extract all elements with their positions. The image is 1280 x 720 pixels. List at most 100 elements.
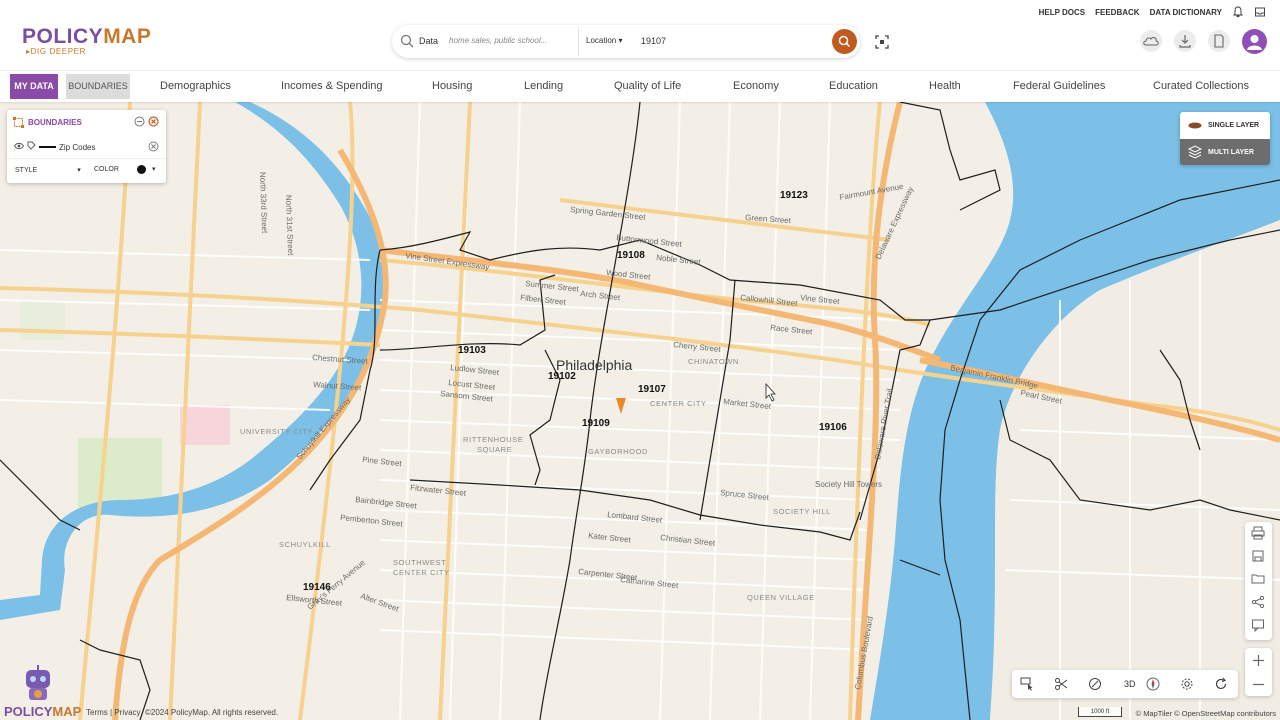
zoom-out-icon[interactable]: [1252, 678, 1265, 691]
neighborhood-label: SOCIETY HILL: [773, 507, 831, 516]
line-style-swatch: [39, 146, 56, 148]
zip-label: 19102: [548, 371, 576, 382]
data-search-input[interactable]: home sales, public school...: [449, 36, 547, 45]
privacy-link[interactable]: Privacy: [114, 708, 140, 717]
search-icon: [838, 35, 851, 48]
layer-name: Zip Codes: [59, 143, 96, 152]
data-dictionary-link[interactable]: DATA DICTIONARY: [1150, 8, 1222, 17]
neighborhood-label: GAYBORHOOD: [588, 447, 648, 456]
refresh-icon[interactable]: [1214, 677, 1228, 691]
zip-label: 19103: [458, 345, 486, 356]
document-icon: [1214, 34, 1224, 48]
remove-layer-icon[interactable]: [148, 141, 159, 152]
scale-bar: 1000 ft: [1078, 707, 1122, 717]
nav-demographics[interactable]: Demographics: [160, 80, 231, 92]
boundaries-panel: BOUNDARIES Zip Codes STYLE ▾ COLOR ▾: [7, 110, 166, 183]
nav-lending[interactable]: Lending: [524, 80, 563, 92]
zip-label: 19123: [780, 190, 808, 201]
boundary-icon: [13, 117, 24, 128]
help-docs-link[interactable]: HELP DOCS: [1039, 8, 1086, 17]
nav-federal-guidelines[interactable]: Federal Guidelines: [1013, 80, 1105, 92]
search-button[interactable]: [832, 29, 857, 54]
search-icon: [400, 34, 414, 48]
inbox-icon[interactable]: [1254, 6, 1266, 18]
single-layer-label: SINGLE LAYER: [1208, 122, 1260, 129]
panel-title: BOUNDARIES: [28, 118, 82, 127]
neighborhood-label: QUEEN VILLAGE: [747, 593, 815, 602]
bottom-toolbar: 3D: [1012, 670, 1238, 698]
style-label: STYLE: [15, 167, 38, 174]
policymap-app: Philadelphia 19123 19108 19103 19102 191…: [0, 0, 1280, 720]
layer-mode-toggle: SINGLE LAYER MULTI LAYER: [1180, 112, 1270, 165]
my-data-button[interactable]: MY DATA: [10, 74, 58, 99]
nav-health[interactable]: Health: [929, 80, 961, 92]
nav-quality-of-life[interactable]: Quality of Life: [614, 80, 681, 92]
collapse-icon[interactable]: [134, 116, 145, 127]
neighborhood-label: CENTER CITY: [650, 399, 707, 408]
user-avatar[interactable]: [1242, 29, 1267, 54]
logo-tagline: ▸DIG DEEPER: [26, 47, 86, 56]
save-icon[interactable]: [1251, 549, 1265, 563]
compass-icon[interactable]: [1146, 677, 1160, 691]
cloud-icon: [1143, 37, 1159, 46]
nav-economy[interactable]: Economy: [733, 80, 779, 92]
search-bar: Data home sales, public school... Locati…: [392, 25, 860, 58]
logo-text-policy: POLICY: [22, 25, 104, 48]
neighborhood-label: CENTER CITY: [393, 568, 450, 577]
multi-layer-label: MULTI LAYER: [1208, 149, 1254, 156]
print-icon[interactable]: [1251, 526, 1265, 540]
map-svg[interactable]: Philadelphia 19123 19108 19103 19102 191…: [0, 102, 1280, 720]
select-tool-icon[interactable]: [1020, 677, 1034, 691]
logo-text-map: MAP: [103, 25, 152, 48]
close-icon[interactable]: [148, 116, 159, 127]
terms-link[interactable]: Terms: [86, 708, 108, 717]
download-button[interactable]: [1174, 30, 1196, 52]
zip-label: 19107: [638, 384, 666, 395]
top-links: HELP DOCS FEEDBACK DATA DICTIONARY: [1039, 6, 1266, 18]
comment-icon[interactable]: [1251, 618, 1265, 632]
map-canvas[interactable]: Philadelphia 19123 19108 19103 19102 191…: [0, 102, 1280, 720]
nav-education[interactable]: Education: [829, 80, 878, 92]
neighborhood-label: SCHUYLKILL: [279, 540, 331, 549]
draw-icon[interactable]: [1088, 677, 1102, 691]
color-dropdown-icon[interactable]: ▾: [152, 165, 156, 173]
fullscreen-icon[interactable]: [875, 35, 889, 49]
map-attribution[interactable]: © MapTiler © OpenStreetMap contributors: [1136, 709, 1276, 718]
nav-incomes-spending[interactable]: Incomes & Spending: [281, 80, 383, 92]
color-swatch[interactable]: [137, 165, 146, 174]
style-dropdown[interactable]: STYLE ▾: [15, 166, 81, 174]
neighborhood-label: CHINATOWN: [688, 357, 739, 366]
map-tools-column: [1245, 522, 1272, 640]
location-dropdown[interactable]: Location ▾: [586, 36, 623, 45]
folder-icon[interactable]: [1251, 572, 1265, 586]
cloud-upload-button[interactable]: [1140, 30, 1162, 52]
boundaries-button[interactable]: BOUNDARIES: [66, 74, 130, 99]
data-search-label: Data: [419, 36, 439, 46]
single-layer-button[interactable]: SINGLE LAYER: [1180, 112, 1270, 139]
footer-links: Terms | Privacy ©2024 PolicyMap. All rig…: [86, 708, 279, 717]
policymap-logo[interactable]: POLICYMAP ▸DIG DEEPER: [22, 26, 151, 56]
report-button[interactable]: [1208, 30, 1230, 52]
neighborhood-label: RITTENHOUSE: [463, 435, 523, 444]
street-label: Society Hill Towers: [815, 480, 882, 489]
zoom-in-icon[interactable]: [1252, 654, 1265, 667]
share-icon[interactable]: [1251, 595, 1265, 609]
nav-housing[interactable]: Housing: [432, 80, 472, 92]
bell-icon[interactable]: [1232, 6, 1244, 18]
copyright-text: ©2024 PolicyMap. All rights reserved.: [145, 708, 279, 717]
download-icon: [1179, 35, 1191, 48]
layers-icon: [1188, 145, 1202, 159]
location-input[interactable]: 19107: [641, 36, 666, 46]
eye-icon[interactable]: [14, 142, 24, 150]
location-label: Location: [586, 36, 617, 45]
feedback-link[interactable]: FEEDBACK: [1095, 8, 1139, 17]
zip-label: 19108: [617, 250, 645, 261]
nav-curated-collections[interactable]: Curated Collections: [1153, 80, 1249, 92]
3d-toggle[interactable]: 3D: [1124, 679, 1136, 689]
settings-icon[interactable]: [1180, 677, 1194, 691]
neighborhood-label: UNIVERSITY CITY: [240, 427, 313, 436]
multi-layer-button[interactable]: MULTI LAYER: [1180, 139, 1270, 165]
assistant-robot-icon[interactable]: [20, 664, 56, 704]
scissors-icon[interactable]: [1054, 677, 1068, 691]
tag-icon[interactable]: [27, 141, 36, 150]
